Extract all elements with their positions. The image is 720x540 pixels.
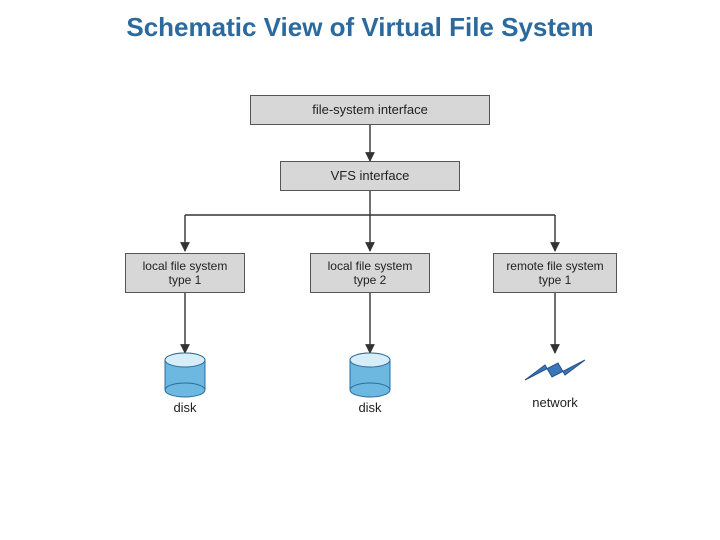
vfs-diagram: file-system interface VFS interface loca…	[120, 95, 620, 495]
node-remote-fs-1: remote file system type 1	[493, 253, 617, 293]
node-label: file-system interface	[312, 102, 428, 118]
node-label: VFS interface	[331, 168, 410, 184]
connector-lines	[120, 95, 620, 495]
page-title: Schematic View of Virtual File System	[0, 12, 720, 43]
network-icon	[525, 360, 585, 380]
node-vfs-interface: VFS interface	[280, 161, 460, 191]
node-fs-interface: file-system interface	[250, 95, 490, 125]
disk-icon	[165, 353, 205, 397]
node-local-fs-1: local file system type 1	[125, 253, 245, 293]
network-label: network	[525, 395, 585, 410]
disk-icon	[350, 353, 390, 397]
node-label: local file system type 1	[143, 259, 228, 288]
node-local-fs-2: local file system type 2	[310, 253, 430, 293]
node-label: remote file system type 1	[506, 259, 603, 288]
disk-label: disk	[350, 400, 390, 415]
node-label: local file system type 2	[328, 259, 413, 288]
disk-label: disk	[165, 400, 205, 415]
